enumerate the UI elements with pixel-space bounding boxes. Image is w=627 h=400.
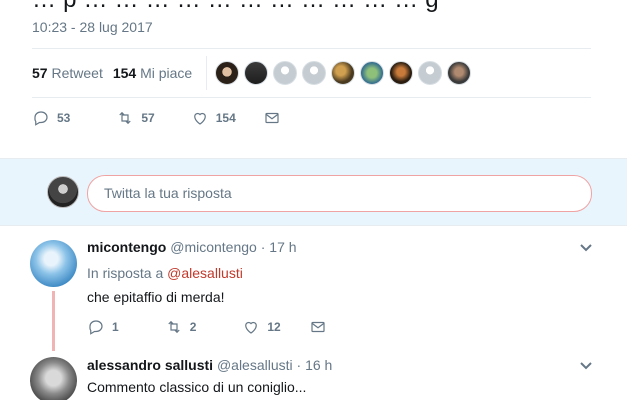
more-options-button[interactable]	[579, 359, 593, 373]
likes-count: 154	[112, 65, 137, 81]
liker-avatar[interactable]	[360, 61, 385, 85]
tweet-text: che epitaffio di merda!	[87, 289, 225, 305]
envelope-icon	[265, 112, 279, 124]
tweet-actions: 53 57 154	[32, 106, 281, 130]
tweet-header: alessandro sallusti @alesallusti · 16 h	[87, 357, 332, 373]
retweet-button[interactable]: 57	[116, 109, 155, 127]
tweet-time[interactable]: 17 h	[269, 239, 296, 255]
direct-message-button[interactable]	[263, 109, 281, 127]
stat-divider	[206, 56, 208, 90]
heart-icon	[245, 321, 258, 334]
like-count: 12	[267, 320, 281, 334]
likes-label: Mi piace	[140, 65, 193, 81]
tweet-stats: 57 Retweet 154 Mi piace	[32, 48, 591, 98]
chevron-down-icon	[580, 362, 592, 370]
like-action-count: 154	[215, 111, 236, 125]
retweet-button[interactable]: 2	[165, 318, 197, 336]
thread-line	[52, 291, 55, 351]
reply-button[interactable]: 1	[87, 318, 119, 336]
tweet-actions: 1 2 12	[87, 318, 327, 336]
retweet-stat[interactable]: 57 Retweet	[32, 65, 103, 81]
more-options-button[interactable]	[579, 241, 593, 255]
retweet-action-count: 57	[141, 111, 155, 125]
author-name[interactable]: micontengo	[87, 239, 166, 255]
liker-avatar[interactable]	[302, 61, 327, 85]
retweet-icon	[168, 320, 180, 334]
likes-stat[interactable]: 154 Mi piace	[113, 65, 192, 81]
reply-context-prefix: In risposta a	[87, 265, 164, 281]
reply-tweet[interactable]: alessandro sallusti @alesallusti · 16 h …	[0, 348, 627, 400]
chevron-down-icon	[580, 244, 592, 252]
author-handle[interactable]: @micontengo	[170, 239, 257, 255]
separator: ·	[260, 239, 266, 255]
reply-icon	[34, 111, 48, 126]
separator: ·	[296, 357, 302, 373]
retweet-icon	[119, 111, 132, 125]
reply-button[interactable]: 53	[32, 109, 70, 127]
retweet-count: 2	[189, 320, 197, 334]
tweet-header: micontengo @micontengo · 17 h	[87, 239, 297, 255]
liker-avatar[interactable]	[389, 61, 414, 85]
author-name[interactable]: alessandro sallusti	[87, 357, 213, 373]
reply-tweet[interactable]: micontengo @micontengo · 17 h In rispost…	[0, 228, 627, 351]
reply-count: 53	[57, 111, 71, 125]
retweet-count: 57	[32, 65, 48, 81]
reply-count: 1	[112, 320, 119, 334]
tweet-time[interactable]: 16 h	[305, 357, 332, 373]
current-user-avatar[interactable]	[47, 176, 79, 208]
liker-avatar[interactable]	[273, 61, 298, 85]
reply-context: In risposta a @alesallusti	[87, 265, 243, 281]
tweet-text-fragment: … p … … … … … … … … … … … g	[32, 0, 439, 14]
reply-composer: Twitta la tua risposta	[0, 158, 627, 226]
avatar[interactable]	[30, 240, 77, 287]
heart-icon	[193, 112, 206, 125]
retweet-label: Retweet	[51, 65, 103, 81]
liker-avatar[interactable]	[447, 61, 472, 85]
liker-avatar[interactable]	[331, 61, 356, 85]
envelope-icon	[311, 321, 325, 333]
liker-avatar[interactable]	[244, 61, 269, 85]
like-button[interactable]: 12	[242, 318, 281, 336]
avatar[interactable]	[30, 357, 77, 400]
liker-avatar[interactable]	[418, 61, 443, 85]
reply-icon	[89, 320, 103, 335]
tweet-timestamp[interactable]: 10:23 - 28 lug 2017	[32, 19, 153, 35]
liker-avatar[interactable]	[215, 61, 240, 85]
like-button[interactable]: 154	[191, 109, 236, 127]
liker-avatars	[215, 61, 476, 85]
tweet-text: Commento classico di un coniglio...	[87, 379, 307, 395]
reply-context-handle[interactable]: @alesallusti	[167, 265, 243, 281]
direct-message-button[interactable]	[309, 318, 327, 336]
author-handle[interactable]: @alesallusti	[217, 357, 293, 373]
reply-input[interactable]: Twitta la tua risposta	[87, 175, 592, 212]
